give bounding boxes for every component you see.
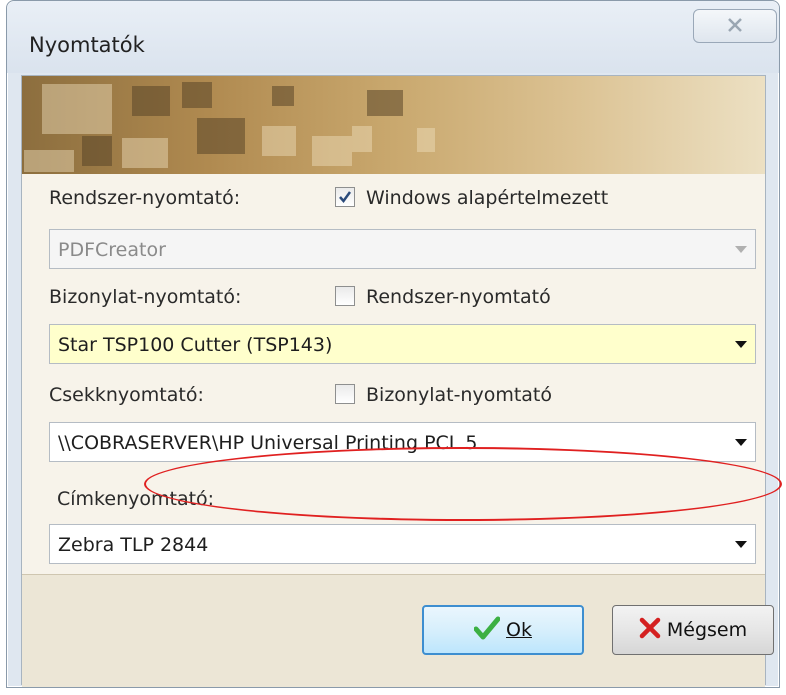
- close-button[interactable]: [693, 9, 777, 43]
- windows-default-label: Windows alapértelmezett: [366, 187, 609, 209]
- ok-label: Ok: [506, 619, 532, 641]
- printers-dialog: Nyomtatók Rendszer-nyomtató: Windows ala…: [6, 0, 780, 688]
- title-bar: Nyomtatók: [7, 1, 779, 73]
- chevron-down-icon: [735, 439, 747, 446]
- checkmark-icon: [339, 191, 352, 204]
- dialog-body: Rendszer-nyomtató: Windows alapértelmeze…: [21, 75, 774, 687]
- document-printer-label: Bizonylat-nyomtató:: [49, 286, 242, 308]
- use-system-printer-label: Rendszer-nyomtató: [366, 286, 551, 308]
- cancel-button[interactable]: Mégsem: [612, 605, 774, 655]
- use-document-printer-label: Bizonylat-nyomtató: [366, 384, 553, 406]
- check-printer-combo[interactable]: \\COBRASERVER\HP Universal Printing PCL …: [49, 422, 756, 462]
- chevron-down-icon: [735, 541, 747, 548]
- document-printer-combo[interactable]: Star TSP100 Cutter (TSP143): [49, 324, 756, 364]
- close-icon: [727, 17, 743, 36]
- system-printer-value: PDFCreator: [58, 239, 166, 261]
- ok-button[interactable]: Ok: [422, 605, 584, 655]
- chevron-down-icon: [735, 341, 747, 348]
- checkmark-icon: [473, 616, 501, 645]
- chevron-down-icon: [735, 246, 747, 253]
- banner-image: [22, 76, 765, 174]
- document-printer-value: Star TSP100 Cutter (TSP143): [58, 334, 333, 356]
- system-printer-label: Rendszer-nyomtató:: [49, 187, 241, 209]
- check-printer-value: \\COBRASERVER\HP Universal Printing PCL …: [58, 432, 478, 454]
- x-icon: [639, 617, 661, 644]
- label-printer-combo[interactable]: Zebra TLP 2844: [49, 524, 756, 564]
- label-printer-value: Zebra TLP 2844: [58, 534, 209, 556]
- use-document-printer-checkbox[interactable]: [335, 384, 355, 404]
- window-title: Nyomtatók: [29, 33, 145, 57]
- windows-default-checkbox[interactable]: [335, 187, 355, 207]
- check-printer-label: Csekknyomtató:: [49, 384, 204, 406]
- cancel-label: Mégsem: [666, 619, 748, 641]
- label-printer-label: Címkenyomtató:: [57, 488, 215, 510]
- button-bar: Ok Mégsem: [22, 574, 774, 687]
- use-system-printer-checkbox[interactable]: [335, 286, 355, 306]
- system-printer-combo[interactable]: PDFCreator: [49, 229, 756, 269]
